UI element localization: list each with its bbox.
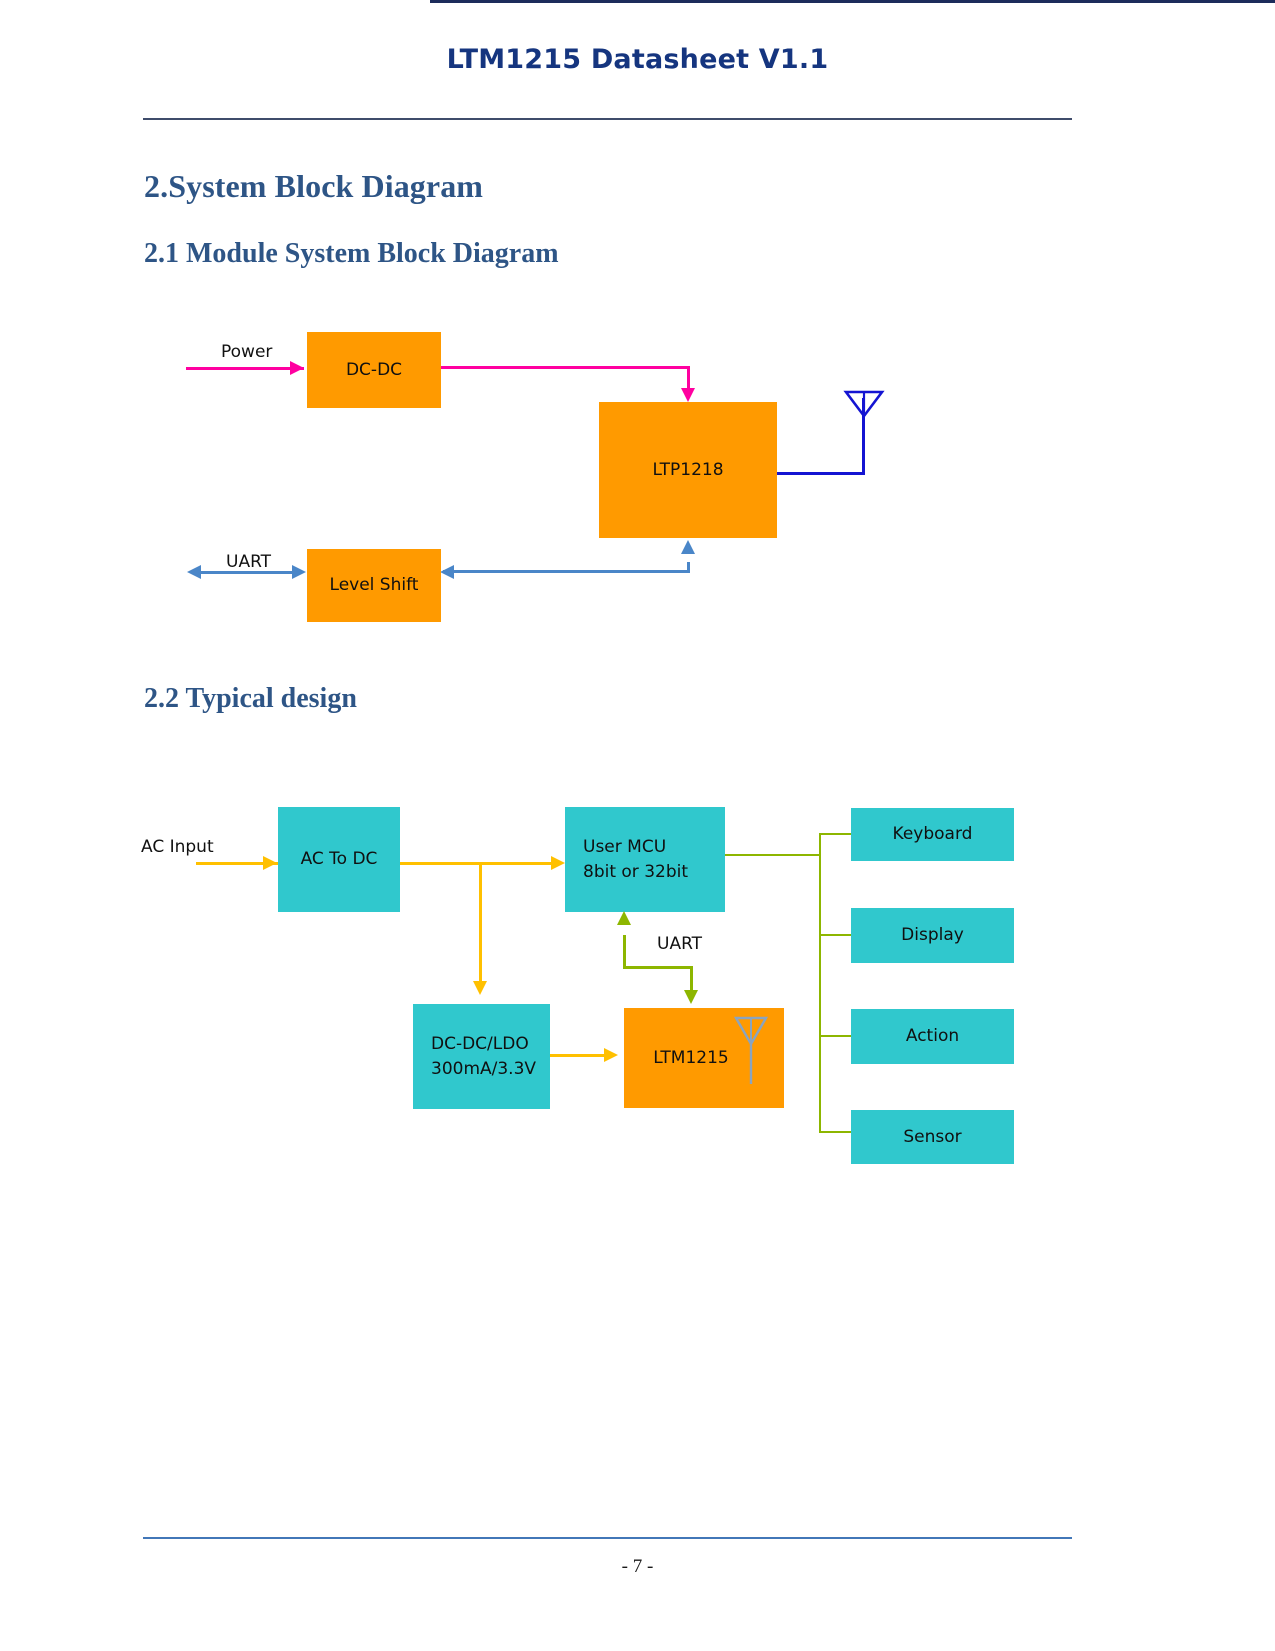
uart-typical-label: UART — [657, 934, 703, 954]
ac-input-label: AC Input — [141, 837, 214, 857]
ac2dc-to-usermcu-arrowhead — [551, 856, 565, 870]
dcdcldo-to-ltm1215-arrowhead — [604, 1048, 618, 1062]
block-dcdc-ldo: DC-DC/LDO 300mA/3.3V — [413, 1004, 550, 1109]
block-user-mcu-label-line2: 8bit or 32bit — [583, 861, 689, 882]
block-user-mcu: User MCU 8bit or 32bit — [565, 807, 725, 912]
document-page: LTM1215 Datasheet V1.1 2.System Block Di… — [0, 0, 1275, 1651]
block-dcdc-ldo-label-line1: DC-DC/LDO — [431, 1033, 529, 1054]
antenna-icon — [733, 1016, 769, 1084]
block-ac-to-dc-label: AC To DC — [300, 849, 378, 870]
usermcu-to-ltm1215-vertical — [690, 966, 693, 993]
bus-stub-action — [819, 1035, 852, 1037]
footer-page-number: - 7 - — [621, 1556, 654, 1577]
block-keyboard-label: Keyboard — [892, 824, 973, 845]
footer-divider — [143, 1537, 1072, 1539]
ac2dc-to-dcdcldo-vertical — [479, 862, 482, 984]
dcdcldo-to-ltm1215-line — [550, 1054, 610, 1057]
uart-bridge-horizontal — [623, 966, 693, 969]
block-ac-to-dc: AC To DC — [278, 807, 400, 912]
block-keyboard: Keyboard — [851, 808, 1014, 861]
typical-design-diagram: AC Input AC To DC User MCU 8bit or 32bit… — [0, 0, 1275, 1651]
block-display: Display — [851, 908, 1014, 963]
block-action-label: Action — [905, 1026, 960, 1047]
ltm1215-to-usermcu-arrowhead — [617, 911, 631, 925]
ac2dc-to-dcdcldo-arrowhead — [473, 981, 487, 995]
usermcu-to-ltm1215-arrowhead — [684, 990, 698, 1004]
bus-stub-keyboard — [819, 833, 852, 835]
block-user-mcu-label-line1: User MCU — [583, 836, 667, 857]
bus-stub-sensor — [819, 1131, 852, 1133]
block-ltm1215-label: LTM1215 — [653, 1047, 729, 1068]
block-sensor: Sensor — [851, 1110, 1014, 1164]
bus-stub-display — [819, 934, 852, 936]
block-sensor-label: Sensor — [903, 1126, 962, 1147]
block-action: Action — [851, 1009, 1014, 1064]
ltm1215-to-usermcu-vertical — [623, 935, 626, 969]
usermcu-to-bus-horizontal — [725, 854, 821, 856]
peripheral-bus-vertical — [819, 833, 821, 1133]
acinput-to-ac2dc-arrowhead — [263, 856, 277, 870]
block-display-label: Display — [901, 925, 964, 946]
block-dcdc-ldo-label-line2: 300mA/3.3V — [431, 1058, 537, 1079]
